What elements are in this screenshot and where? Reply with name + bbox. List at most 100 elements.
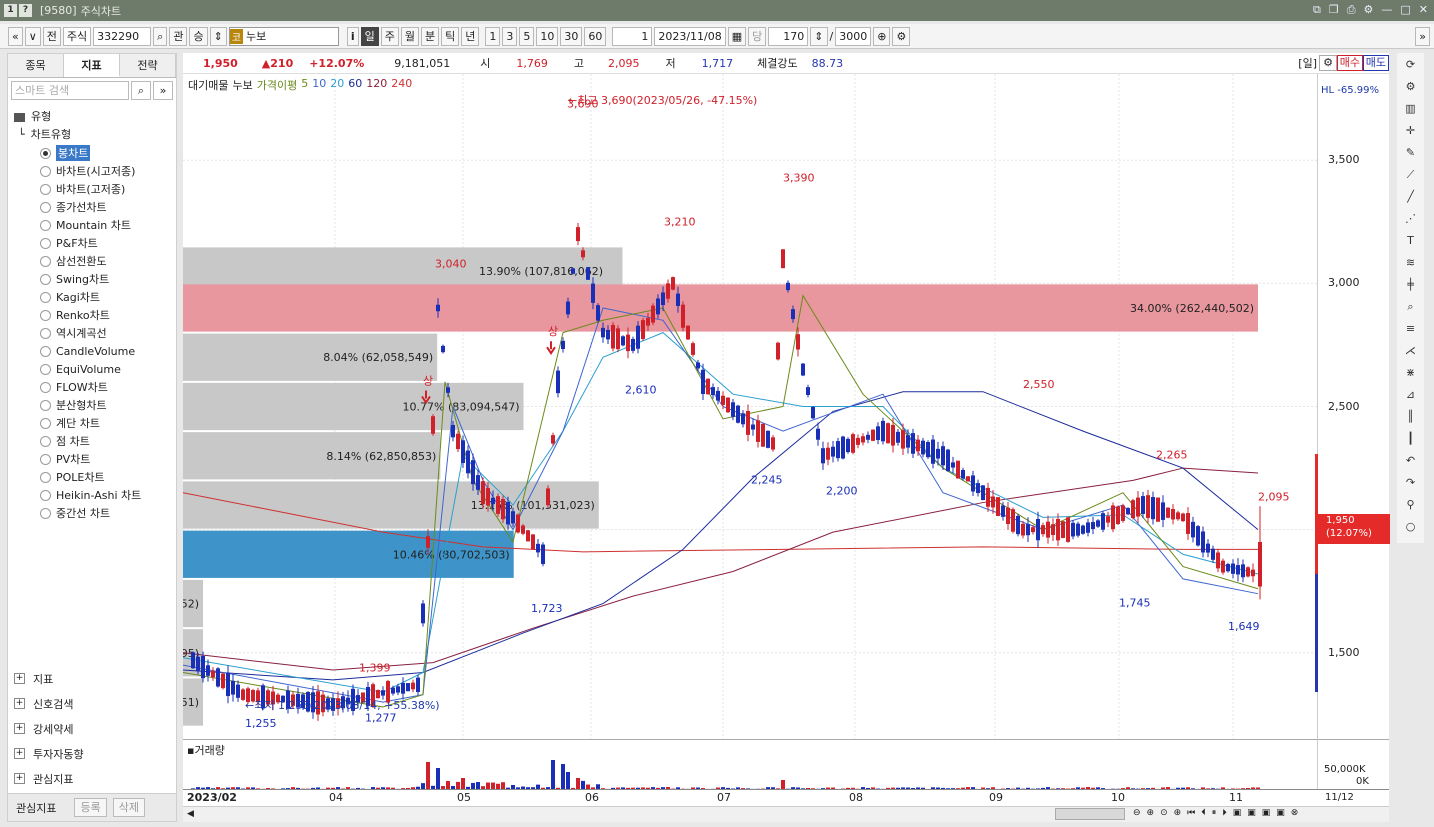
- window-menu-button[interactable]: 1: [4, 4, 17, 17]
- fan-icon[interactable]: ⋌: [1401, 341, 1421, 361]
- stock-list-button[interactable]: ∨: [24, 26, 41, 46]
- help-button[interactable]: ?: [19, 4, 32, 17]
- magnifier-icon[interactable]: ⚲: [1401, 495, 1421, 515]
- refresh-icon[interactable]: ⟳: [1401, 55, 1421, 75]
- settings-icon[interactable]: ⚙: [1364, 3, 1374, 17]
- expand-plus-icon[interactable]: +: [14, 773, 25, 784]
- ray-icon[interactable]: ⟋: [1401, 165, 1421, 185]
- crosshair-icon[interactable]: ✛: [1401, 121, 1421, 141]
- radio-icon[interactable]: [40, 327, 51, 339]
- radio-icon[interactable]: [40, 147, 51, 159]
- radio-icon[interactable]: [40, 399, 51, 411]
- redo-icon[interactable]: ↷: [1401, 473, 1421, 493]
- radio-icon[interactable]: [40, 309, 51, 321]
- expand-plus-icon[interactable]: +: [14, 723, 25, 734]
- interval-3-button[interactable]: 3: [502, 26, 518, 46]
- pen-icon[interactable]: ✎: [1401, 143, 1421, 163]
- interval-5-button[interactable]: 5: [519, 26, 535, 46]
- chart-type-option[interactable]: Swing차트: [40, 270, 176, 288]
- toolbar-settings-icon[interactable]: ⚙: [892, 26, 911, 46]
- text-icon[interactable]: T: [1401, 231, 1421, 251]
- date-input[interactable]: 2023/11/08: [654, 26, 726, 46]
- current-button[interactable]: 당: [748, 26, 767, 46]
- close-icon[interactable]: ✕: [1419, 3, 1428, 17]
- maximize-icon[interactable]: □: [1400, 3, 1410, 17]
- chart-type-option[interactable]: 역시계곡선: [40, 324, 176, 342]
- chart-type-option[interactable]: P&F차트: [40, 234, 176, 252]
- period-year-tab[interactable]: 년: [461, 26, 480, 46]
- bar-spinner-icon[interactable]: ⇕: [810, 26, 828, 46]
- radio-icon[interactable]: [40, 273, 51, 285]
- radio-icon[interactable]: [40, 255, 51, 267]
- chart-type-option[interactable]: POLE차트: [40, 468, 176, 486]
- chart-type-option[interactable]: 삼선전환도: [40, 252, 176, 270]
- radio-icon[interactable]: [40, 237, 51, 249]
- radio-icon[interactable]: [40, 471, 51, 483]
- bar-count-input[interactable]: 170: [768, 26, 809, 46]
- chart-type-option[interactable]: Heikin-Ashi 차트: [40, 486, 176, 504]
- favorite-delete-button[interactable]: 삭제: [112, 798, 145, 817]
- circle-icon[interactable]: ○: [1401, 517, 1421, 537]
- period-month-tab[interactable]: 월: [400, 26, 419, 46]
- chart-type-option[interactable]: 바차트(고저종): [40, 180, 176, 198]
- period-minute-tab[interactable]: 분: [420, 26, 440, 46]
- chart-type-option[interactable]: Mountain 차트: [40, 216, 176, 234]
- channel-icon[interactable]: ⊿: [1401, 385, 1421, 405]
- radio-icon[interactable]: [40, 291, 51, 303]
- chart-type-option[interactable]: CandleVolume: [40, 342, 176, 360]
- buy-button[interactable]: 매수: [1336, 55, 1363, 71]
- chart-scrollbar[interactable]: ◀ ⊖⊕⊙⊕⏮⏴⏸⏵▣▣▣▣⊗: [183, 806, 1389, 822]
- chart-settings-icon[interactable]: ⚙: [1319, 55, 1337, 71]
- max-bars-input[interactable]: 3000: [835, 26, 872, 46]
- radio-icon[interactable]: [40, 453, 51, 465]
- favorite-add-button[interactable]: 등록: [74, 798, 107, 817]
- calendar-icon[interactable]: ▦: [727, 26, 747, 46]
- candle-icon[interactable]: ╪: [1401, 275, 1421, 295]
- radio-icon[interactable]: [40, 219, 51, 231]
- stock-code-input[interactable]: 332290: [93, 26, 152, 46]
- chart-type-option[interactable]: FLOW차트: [40, 378, 176, 396]
- group-fav-indicators[interactable]: + 관심지표: [14, 766, 174, 791]
- undo-icon[interactable]: ↶: [1401, 451, 1421, 471]
- period-week-tab[interactable]: 주: [380, 26, 399, 46]
- chart-type-option[interactable]: 계단 차트: [40, 414, 176, 432]
- minimize-icon[interactable]: —: [1381, 3, 1392, 17]
- radio-icon[interactable]: [40, 363, 51, 375]
- chart-type-option[interactable]: Kagi차트: [40, 288, 176, 306]
- count-input[interactable]: 1: [612, 26, 653, 46]
- period-lines-icon[interactable]: ┃: [1401, 429, 1421, 449]
- search-icon[interactable]: ⌕: [131, 81, 151, 100]
- pattern-icon[interactable]: ≋: [1401, 253, 1421, 273]
- spinner-updown-icon[interactable]: ⇕: [209, 26, 227, 46]
- prev-stock-button[interactable]: «: [8, 26, 23, 46]
- link-icon[interactable]: ⧉: [1313, 3, 1321, 17]
- chart-type-option[interactable]: 봉차트: [40, 144, 176, 162]
- collapse-right-icon[interactable]: »: [1415, 26, 1430, 46]
- tree-section-type[interactable]: 유형: [14, 108, 176, 126]
- expand-plus-icon[interactable]: +: [14, 673, 25, 684]
- market-prefix-button[interactable]: 전: [42, 26, 61, 46]
- period-day-tab[interactable]: 일: [360, 26, 379, 46]
- radio-icon[interactable]: [40, 435, 51, 447]
- scroll-left-icon[interactable]: ◀: [187, 809, 194, 819]
- sell-button[interactable]: 매도: [1362, 55, 1389, 71]
- fib-icon[interactable]: ≡: [1401, 319, 1421, 339]
- search-icon[interactable]: ⌕: [153, 26, 168, 46]
- print-icon[interactable]: ⎙: [1347, 3, 1356, 17]
- auto-trend-icon[interactable]: ⋰: [1401, 209, 1421, 229]
- line-icon[interactable]: ╱: [1401, 187, 1421, 207]
- tab-indicators[interactable]: 지표: [64, 54, 120, 77]
- radio-icon[interactable]: [40, 183, 51, 195]
- group-bull-bear[interactable]: + 강세약세: [14, 716, 174, 741]
- zoom-plus-icon[interactable]: ⊕: [873, 26, 891, 46]
- expand-plus-icon[interactable]: +: [14, 748, 25, 759]
- tab-stocks[interactable]: 종목: [8, 54, 64, 77]
- radio-icon[interactable]: [40, 201, 51, 213]
- volume-chart[interactable]: ▪거래량: [183, 739, 1317, 789]
- tab-strategy[interactable]: 전략: [120, 54, 176, 77]
- radio-icon[interactable]: [40, 507, 51, 519]
- group-investor-trend[interactable]: + 투자자동향: [14, 741, 174, 766]
- period-tick-tab[interactable]: 틱: [441, 26, 460, 46]
- chart-type-option[interactable]: EquiVolume: [40, 360, 176, 378]
- interval-1-button[interactable]: 1: [485, 26, 501, 46]
